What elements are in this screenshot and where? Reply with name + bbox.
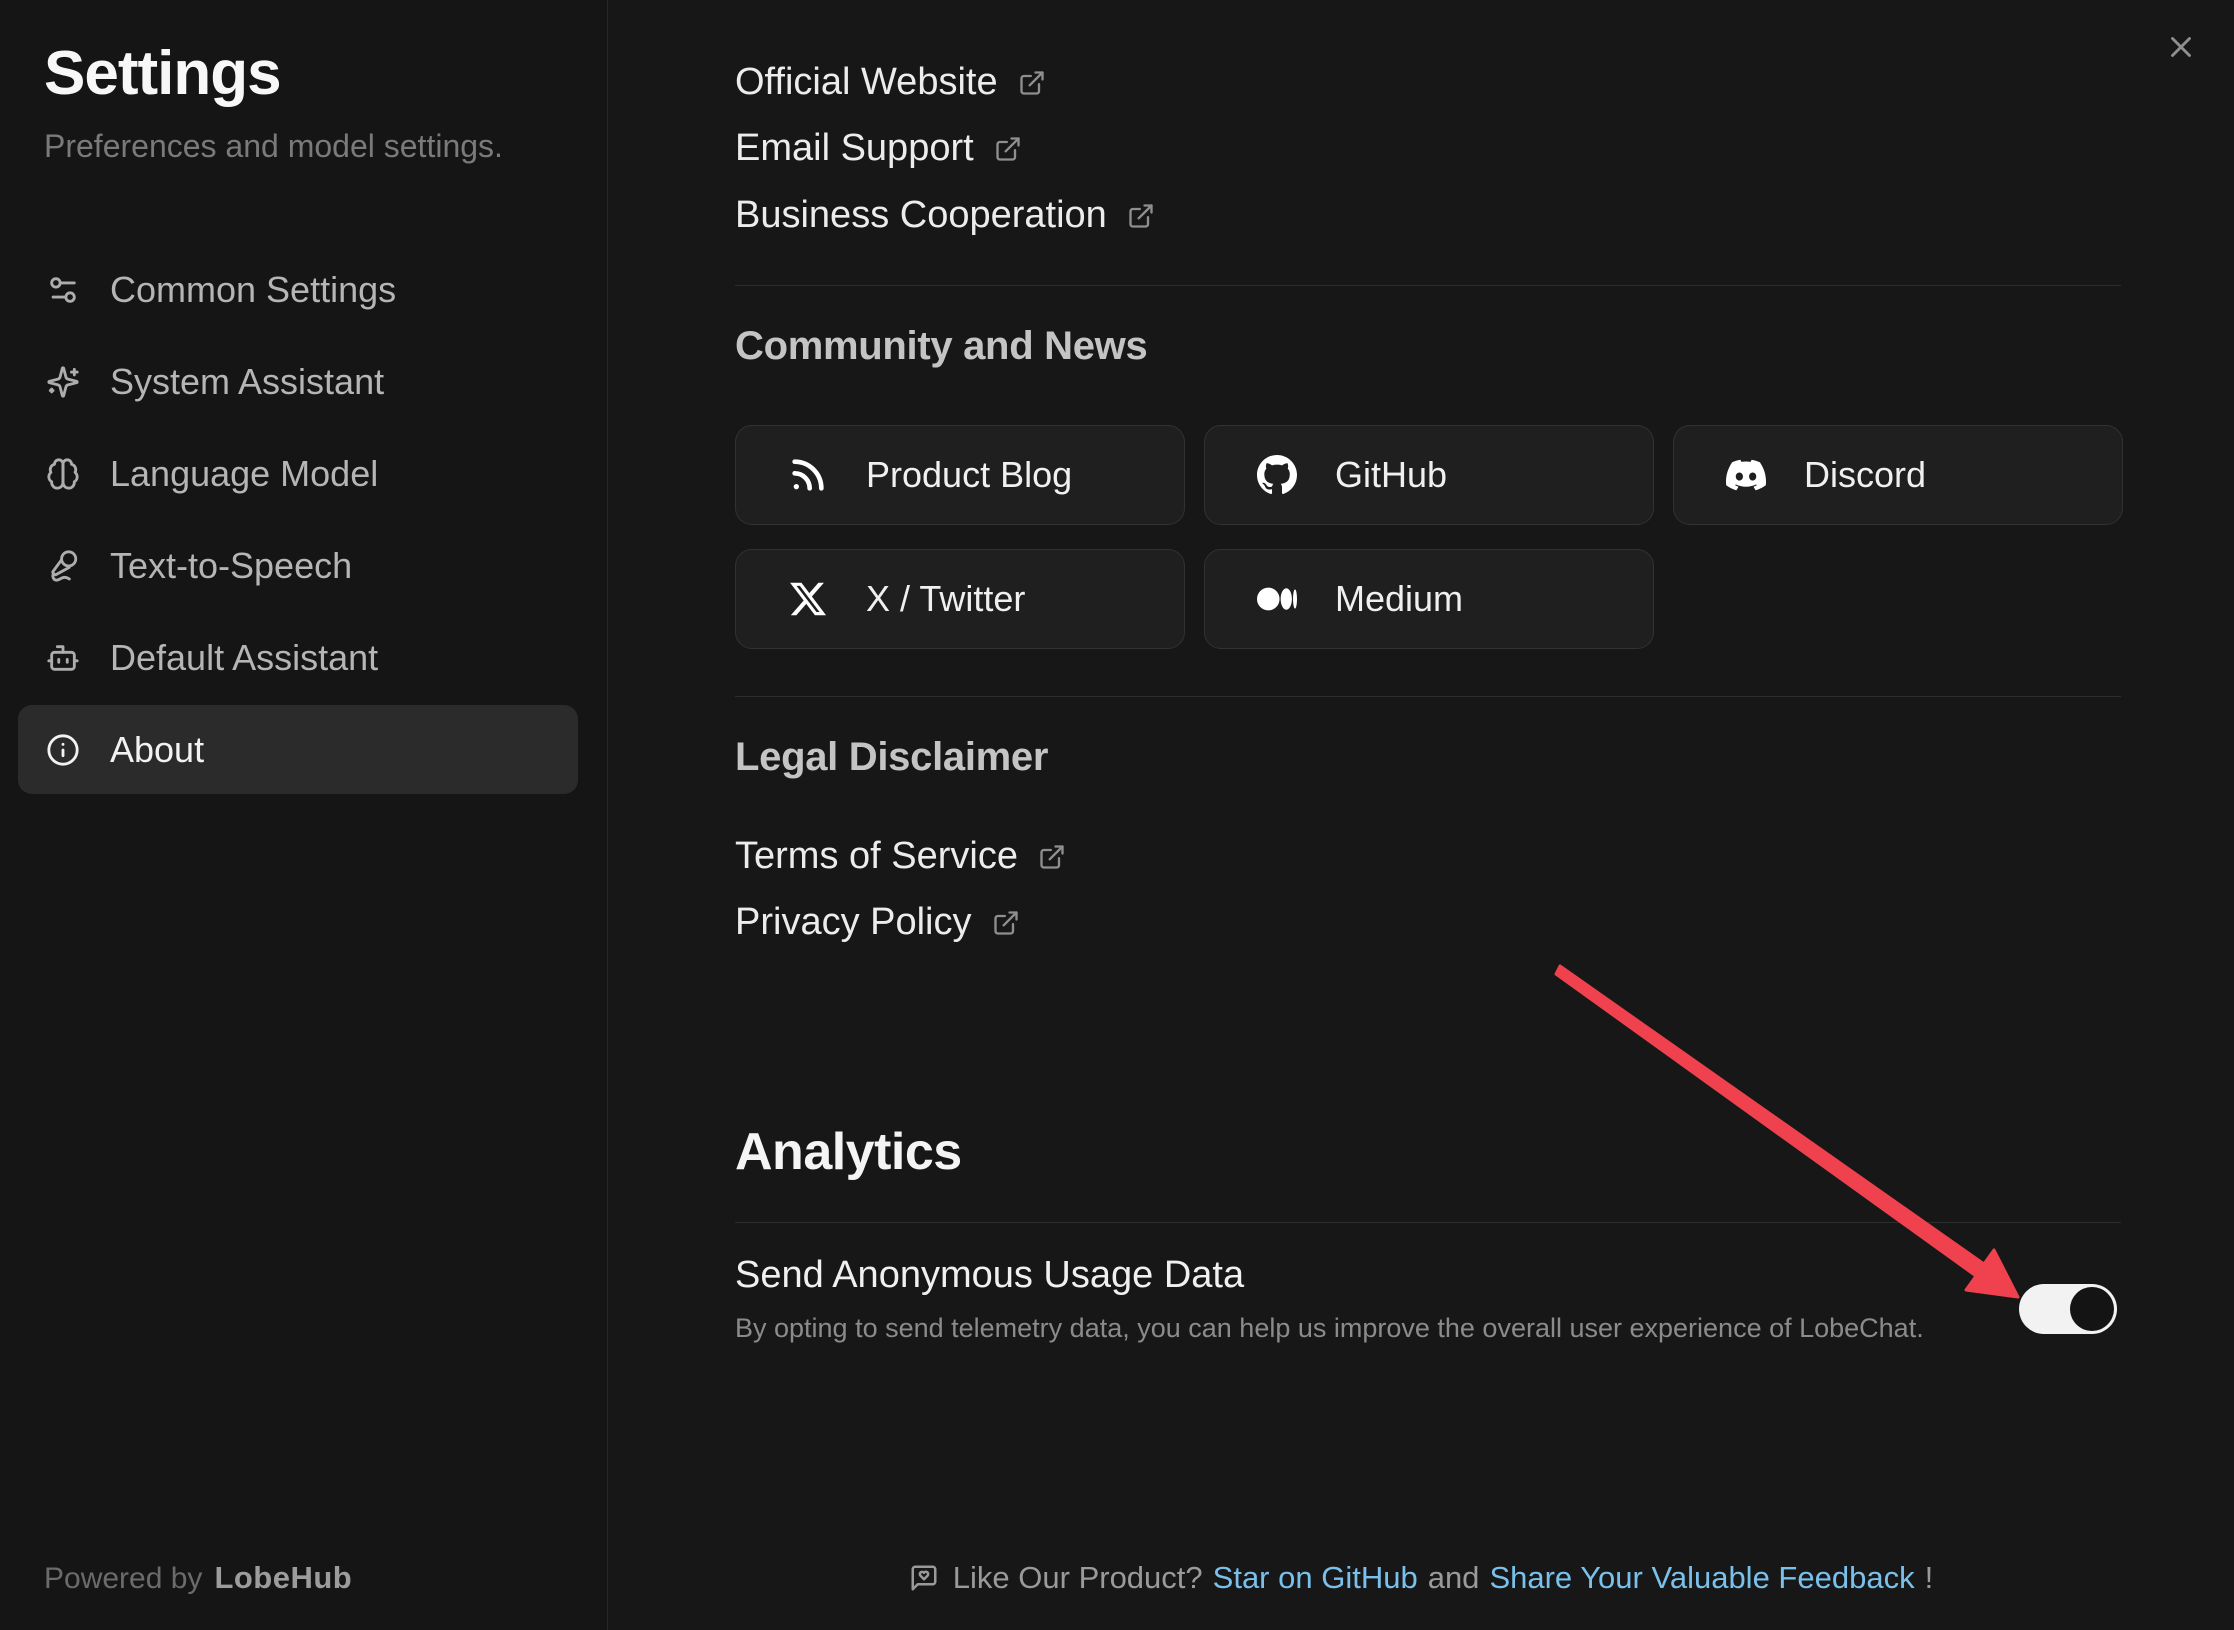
section-divider [735,1222,2121,1223]
button-label: Medium [1335,578,1463,620]
button-label: Discord [1804,454,1926,496]
legal-heading: Legal Disclaimer [735,735,1048,780]
page-title: Settings [44,38,281,109]
sidebar-item-default-assistant[interactable]: Default Assistant [18,613,578,702]
link-label: Business Cooperation [735,194,1107,237]
sidebar-item-language-model[interactable]: Language Model [18,429,578,518]
sidebar-nav: Common Settings System Assistant Languag… [18,245,578,797]
link-label: Privacy Policy [735,901,972,944]
brain-icon [46,457,80,491]
sidebar-item-label: Default Assistant [110,637,378,679]
share-feedback-link[interactable]: Share Your Valuable Feedback [1489,1560,1914,1596]
page-subtitle: Preferences and model settings. [44,128,503,165]
official-website-link[interactable]: Official Website [735,59,1046,105]
telemetry-setting-title: Send Anonymous Usage Data [735,1254,2121,1297]
external-link-icon [992,909,1020,937]
community-heading: Community and News [735,324,1147,369]
close-icon[interactable] [2164,30,2198,64]
telemetry-setting-row: Send Anonymous Usage Data By opting to s… [735,1254,2121,1344]
button-label: Product Blog [866,454,1072,496]
sidebar-item-text-to-speech[interactable]: Text-to-Speech [18,521,578,610]
sparkles-icon [46,365,80,399]
github-button[interactable]: GitHub [1204,425,1654,525]
section-divider [735,696,2121,697]
sidebar-item-about[interactable]: About [18,705,578,794]
telemetry-setting-description: By opting to send telemetry data, you ca… [735,1313,2121,1344]
sidebar-item-system-assistant[interactable]: System Assistant [18,337,578,426]
sidebar-item-label: Language Model [110,453,378,495]
footer-prefix: Like Our Product? [953,1560,1203,1596]
external-link-icon [994,135,1022,163]
link-label: Official Website [735,61,998,104]
star-on-github-link[interactable]: Star on GitHub [1213,1560,1418,1596]
rss-icon [788,455,828,495]
about-panel: Contact Us Official Website Email Suppor… [608,0,2234,1630]
email-support-link[interactable]: Email Support [735,125,1022,171]
bot-icon [46,641,80,675]
discord-button[interactable]: Discord [1673,425,2123,525]
settings-sliders-icon [46,273,80,307]
privacy-policy-link[interactable]: Privacy Policy [735,899,1020,945]
sidebar-item-label: Common Settings [110,269,396,311]
feedback-footer: Like Our Product? Star on GitHub and Sha… [608,1560,2234,1596]
link-label: Email Support [735,127,974,170]
mic-icon [46,549,80,583]
lobehub-brand[interactable]: LobeHub [214,1560,352,1596]
info-icon [46,733,80,767]
product-blog-button[interactable]: Product Blog [735,425,1185,525]
medium-button[interactable]: Medium [1204,549,1654,649]
footer-suffix: ! [1925,1560,1934,1596]
x-twitter-icon [788,579,828,619]
x-twitter-button[interactable]: X / Twitter [735,549,1185,649]
section-divider [735,285,2121,286]
powered-by: Powered by LobeHub [44,1560,352,1596]
external-link-icon [1038,843,1066,871]
sidebar-item-label: About [110,729,204,771]
sidebar-item-common-settings[interactable]: Common Settings [18,245,578,334]
button-label: X / Twitter [866,578,1025,620]
feedback-message-icon [909,1563,939,1593]
powered-by-label: Powered by [44,1562,202,1596]
external-link-icon [1127,202,1155,230]
sidebar-item-label: System Assistant [110,361,384,403]
toggle-knob [2070,1287,2114,1331]
link-label: Terms of Service [735,835,1018,878]
analytics-heading: Analytics [735,1122,962,1182]
terms-of-service-link[interactable]: Terms of Service [735,833,1066,879]
telemetry-toggle[interactable] [2019,1284,2117,1334]
about-content: Contact Us Official Website Email Suppor… [735,0,2121,1630]
footer-middle: and [1428,1560,1480,1596]
github-icon [1257,455,1297,495]
settings-sidebar: Settings Preferences and model settings.… [0,0,608,1630]
community-buttons: Product Blog GitHub Discord X / Twitter [735,425,2135,649]
external-link-icon [1018,69,1046,97]
button-label: GitHub [1335,454,1447,496]
business-cooperation-link[interactable]: Business Cooperation [735,192,1155,238]
sidebar-item-label: Text-to-Speech [110,545,352,587]
contact-us-heading: Contact Us [735,0,946,1]
discord-icon [1726,455,1766,495]
medium-icon [1257,579,1297,619]
